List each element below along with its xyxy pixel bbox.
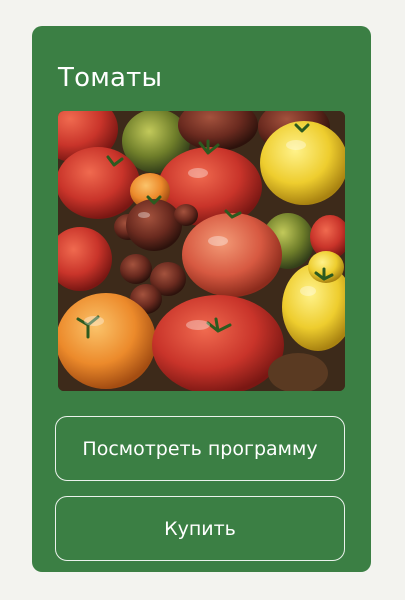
card-title: Томаты bbox=[58, 63, 163, 93]
product-card: Томаты Посмотреть программу Купить bbox=[32, 26, 371, 572]
view-program-button[interactable]: Посмотреть программу bbox=[55, 416, 345, 481]
tomatoes-photo bbox=[58, 111, 345, 391]
buy-button[interactable]: Купить bbox=[55, 496, 345, 561]
